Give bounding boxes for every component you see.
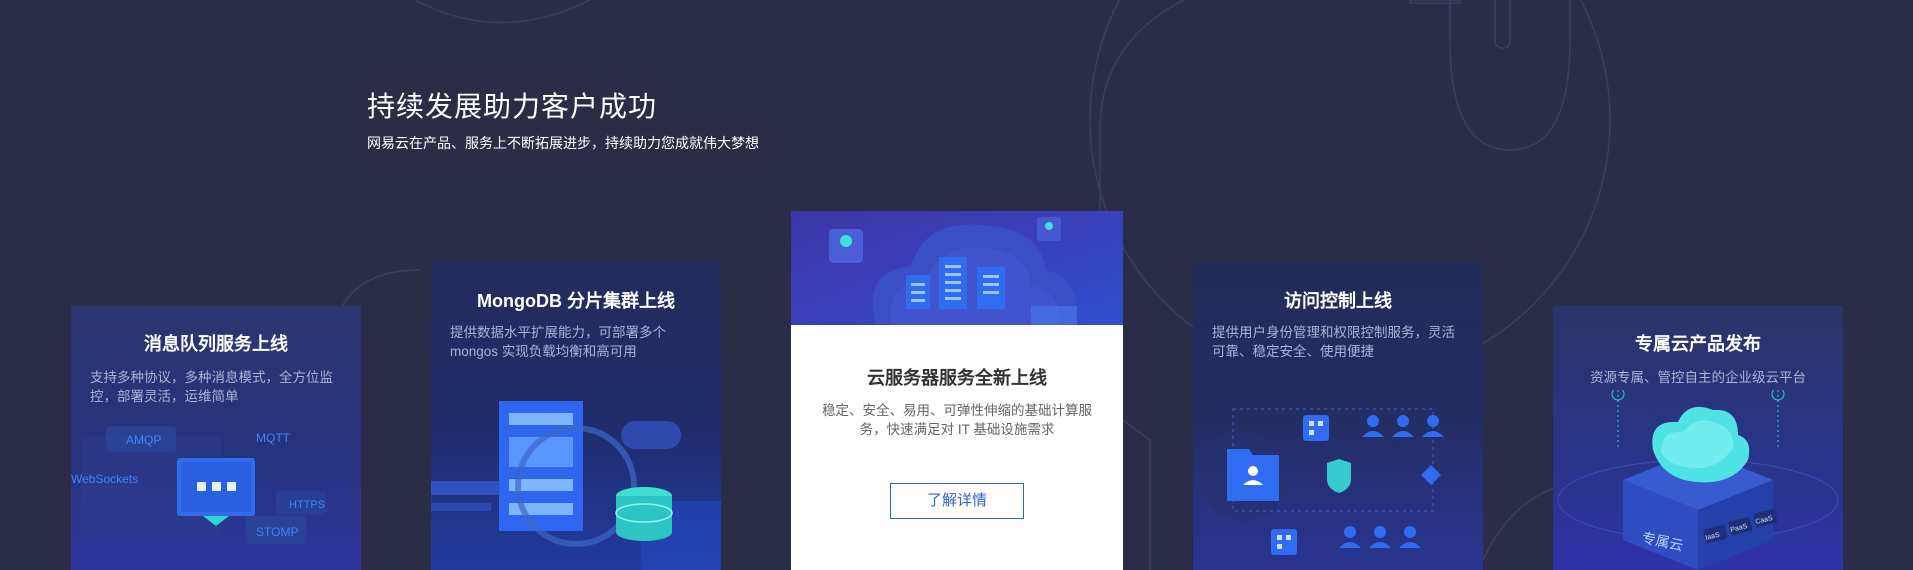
card-desc: 资源专属、管控自主的企业级云平台	[1590, 370, 1806, 385]
mongodb-illustration	[431, 401, 721, 570]
private-cloud-illustration: 专属云 IaaS PaaS CaaS	[1557, 390, 1839, 570]
card-access-control[interactable]: 访问控制上线 提供用户身份管理和权限控制服务，灵活可靠、稳定安全、使用便捷	[1193, 261, 1483, 570]
card-desc: 支持多种协议，多种消息模式，全方位监控，部署灵活，运维简单	[90, 370, 333, 404]
protocol-label: AMQP	[126, 433, 161, 447]
card-desc: 提供用户身份管理和权限控制服务，灵活可靠、稳定安全、使用便捷	[1212, 325, 1455, 359]
card-title: 消息队列服务上线	[144, 334, 288, 354]
card-mongodb[interactable]: MongoDB 分片集群上线 提供数据水平扩展能力，可部署多个 mongos 实…	[431, 261, 721, 570]
card-cloud-server[interactable]: 云服务器服务全新上线 稳定、安全、易用、可弹性伸缩的基础计算服务，快速满足对 I…	[791, 211, 1123, 570]
protocol-label: STOMP	[256, 525, 298, 539]
card-message-queue[interactable]: 消息队列服务上线 支持多种协议，多种消息模式，全方位监控，部署灵活，运维简单 A…	[71, 306, 361, 570]
protocol-label: HTTPS	[289, 499, 325, 511]
card-title: 访问控制上线	[1284, 291, 1392, 311]
card-desc: 稳定、安全、易用、可弹性伸缩的基础计算服务，快速满足对 IT 基础设施需求	[822, 403, 1092, 437]
card-desc: 提供数据水平扩展能力，可部署多个 mongos 实现负载均衡和高可用	[450, 325, 666, 359]
card-title: 专属云产品发布	[1635, 334, 1761, 354]
protocol-label: WebSockets	[71, 472, 138, 486]
section-subtitle: 网易云在产品、服务上不断拓展进步，持续助力您成就伟大梦想	[367, 135, 759, 151]
message-queue-illustration: AMQP MQTT WebSockets HTTPS STOMP	[71, 426, 326, 544]
access-control-illustration	[1198, 408, 1444, 555]
cloud-illustration	[829, 217, 1077, 325]
card-title: MongoDB 分片集群上线	[477, 291, 675, 311]
protocol-label: MQTT	[256, 431, 291, 445]
section-title: 持续发展助力客户成功	[367, 91, 658, 122]
cloud-server-hero	[791, 211, 1123, 325]
card-private-cloud[interactable]: 专属云产品发布 资源专属、管控自主的企业级云平台 专属云 IaaS PaaS C…	[1553, 306, 1843, 570]
card-title: 云服务器服务全新上线	[867, 368, 1047, 388]
section-heading: 持续发展助力客户成功 网易云在产品、服务上不断拓展进步，持续助力您成就伟大梦想	[367, 85, 759, 153]
learn-more-button[interactable]: 了解详情	[890, 483, 1024, 519]
